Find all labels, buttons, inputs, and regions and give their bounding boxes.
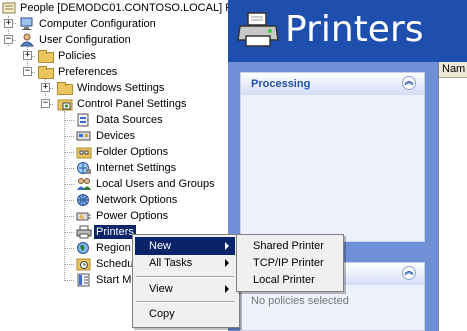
network-icon — [76, 193, 92, 207]
power-icon — [76, 209, 92, 223]
printers-header: Printers — [228, 0, 467, 62]
tree-label: Folder Options — [96, 146, 169, 158]
menu-separator — [136, 276, 234, 278]
tree-label: Policies — [58, 50, 96, 62]
data-sources-icon — [76, 113, 92, 127]
menu-item-local-printer[interactable]: Local Printer — [239, 271, 339, 289]
tree-label: Local Users and Groups — [96, 178, 215, 190]
tree-label: Network Options — [96, 194, 178, 206]
submenu-arrow-icon — [225, 259, 229, 267]
scheduled-tasks-icon — [76, 257, 92, 271]
expand-plus-icon[interactable]: + — [41, 83, 50, 92]
context-menu: New All Tasks View Copy — [132, 234, 240, 328]
folder-icon — [38, 50, 54, 63]
menu-separator — [136, 301, 234, 303]
gpo-scroll-icon — [1, 1, 17, 15]
computer-icon — [19, 17, 35, 31]
tree-label: Internet Settings — [96, 162, 177, 174]
empty-state-text: No policies selected — [251, 295, 349, 307]
expand-plus-icon[interactable]: + — [4, 19, 13, 28]
page-title: Printers — [285, 9, 424, 50]
panel-header[interactable]: Processing ︽ — [241, 73, 424, 95]
menu-item-label: Local Printer — [253, 274, 315, 286]
column-header-name[interactable]: Nam — [439, 62, 467, 78]
folder-options-icon — [76, 145, 92, 159]
menu-item-label: Shared Printer — [253, 240, 324, 252]
collapse-minus-icon[interactable]: − — [23, 67, 32, 76]
collapse-chevron-icon[interactable]: ︽ — [402, 266, 416, 280]
user-icon — [19, 33, 35, 47]
submenu-arrow-icon — [225, 242, 229, 250]
tree-label-selected: Printers — [94, 225, 136, 239]
control-panel-folder-icon — [57, 97, 73, 111]
tree-label: Start M — [96, 274, 132, 286]
items-list[interactable]: Nam — [438, 62, 467, 331]
menu-item-tcpip-printer[interactable]: TCP/IP Printer — [239, 254, 339, 272]
menu-item-label: New — [149, 240, 172, 252]
tree-root-label: People [DEMODC01.CONTOSO.LOCAL] Po — [20, 2, 228, 14]
tree-label: Power Options — [96, 210, 169, 222]
panel-title: Processing — [251, 78, 311, 90]
collapse-chevron-icon[interactable]: ︽ — [402, 76, 416, 90]
regional-options-icon — [76, 241, 92, 255]
column-header-label: Nam — [442, 63, 466, 75]
menu-item-copy[interactable]: Copy — [135, 305, 235, 323]
folder-icon — [38, 66, 54, 79]
tree-label: Data Sources — [96, 114, 163, 126]
tree-label: Region — [96, 242, 131, 254]
tree-label: User Configuration — [39, 34, 131, 46]
tree-label: Windows Settings — [77, 82, 165, 94]
printer-large-icon — [236, 10, 280, 53]
collapse-minus-icon[interactable]: − — [4, 35, 13, 44]
devices-icon — [76, 129, 92, 143]
tree-label: Devices — [96, 130, 136, 142]
collapse-minus-icon[interactable]: − — [41, 99, 50, 108]
tree-label: Schedu — [96, 258, 134, 270]
menu-item-view[interactable]: View — [135, 280, 235, 298]
menu-item-shared-printer[interactable]: Shared Printer — [239, 237, 339, 255]
internet-settings-icon — [76, 161, 92, 175]
tree-label: Preferences — [58, 66, 118, 78]
tree-label: Control Panel Settings — [77, 98, 187, 110]
menu-item-label: Copy — [149, 308, 175, 320]
start-menu-icon — [76, 273, 92, 287]
menu-item-label: TCP/IP Printer — [253, 257, 324, 269]
new-submenu: Shared Printer TCP/IP Printer Local Prin… — [236, 234, 344, 292]
menu-item-all-tasks[interactable]: All Tasks — [135, 254, 235, 272]
menu-item-label: View — [149, 283, 173, 295]
processing-panel: Processing ︽ — [240, 72, 425, 242]
printer-icon — [76, 225, 92, 239]
expand-plus-icon[interactable]: + — [23, 51, 32, 60]
folder-icon — [57, 82, 73, 95]
menu-item-new[interactable]: New — [135, 237, 235, 255]
users-group-icon — [76, 177, 92, 191]
menu-item-label: All Tasks — [149, 257, 193, 269]
submenu-arrow-icon — [225, 285, 229, 293]
tree-label: Computer Configuration — [39, 18, 156, 30]
